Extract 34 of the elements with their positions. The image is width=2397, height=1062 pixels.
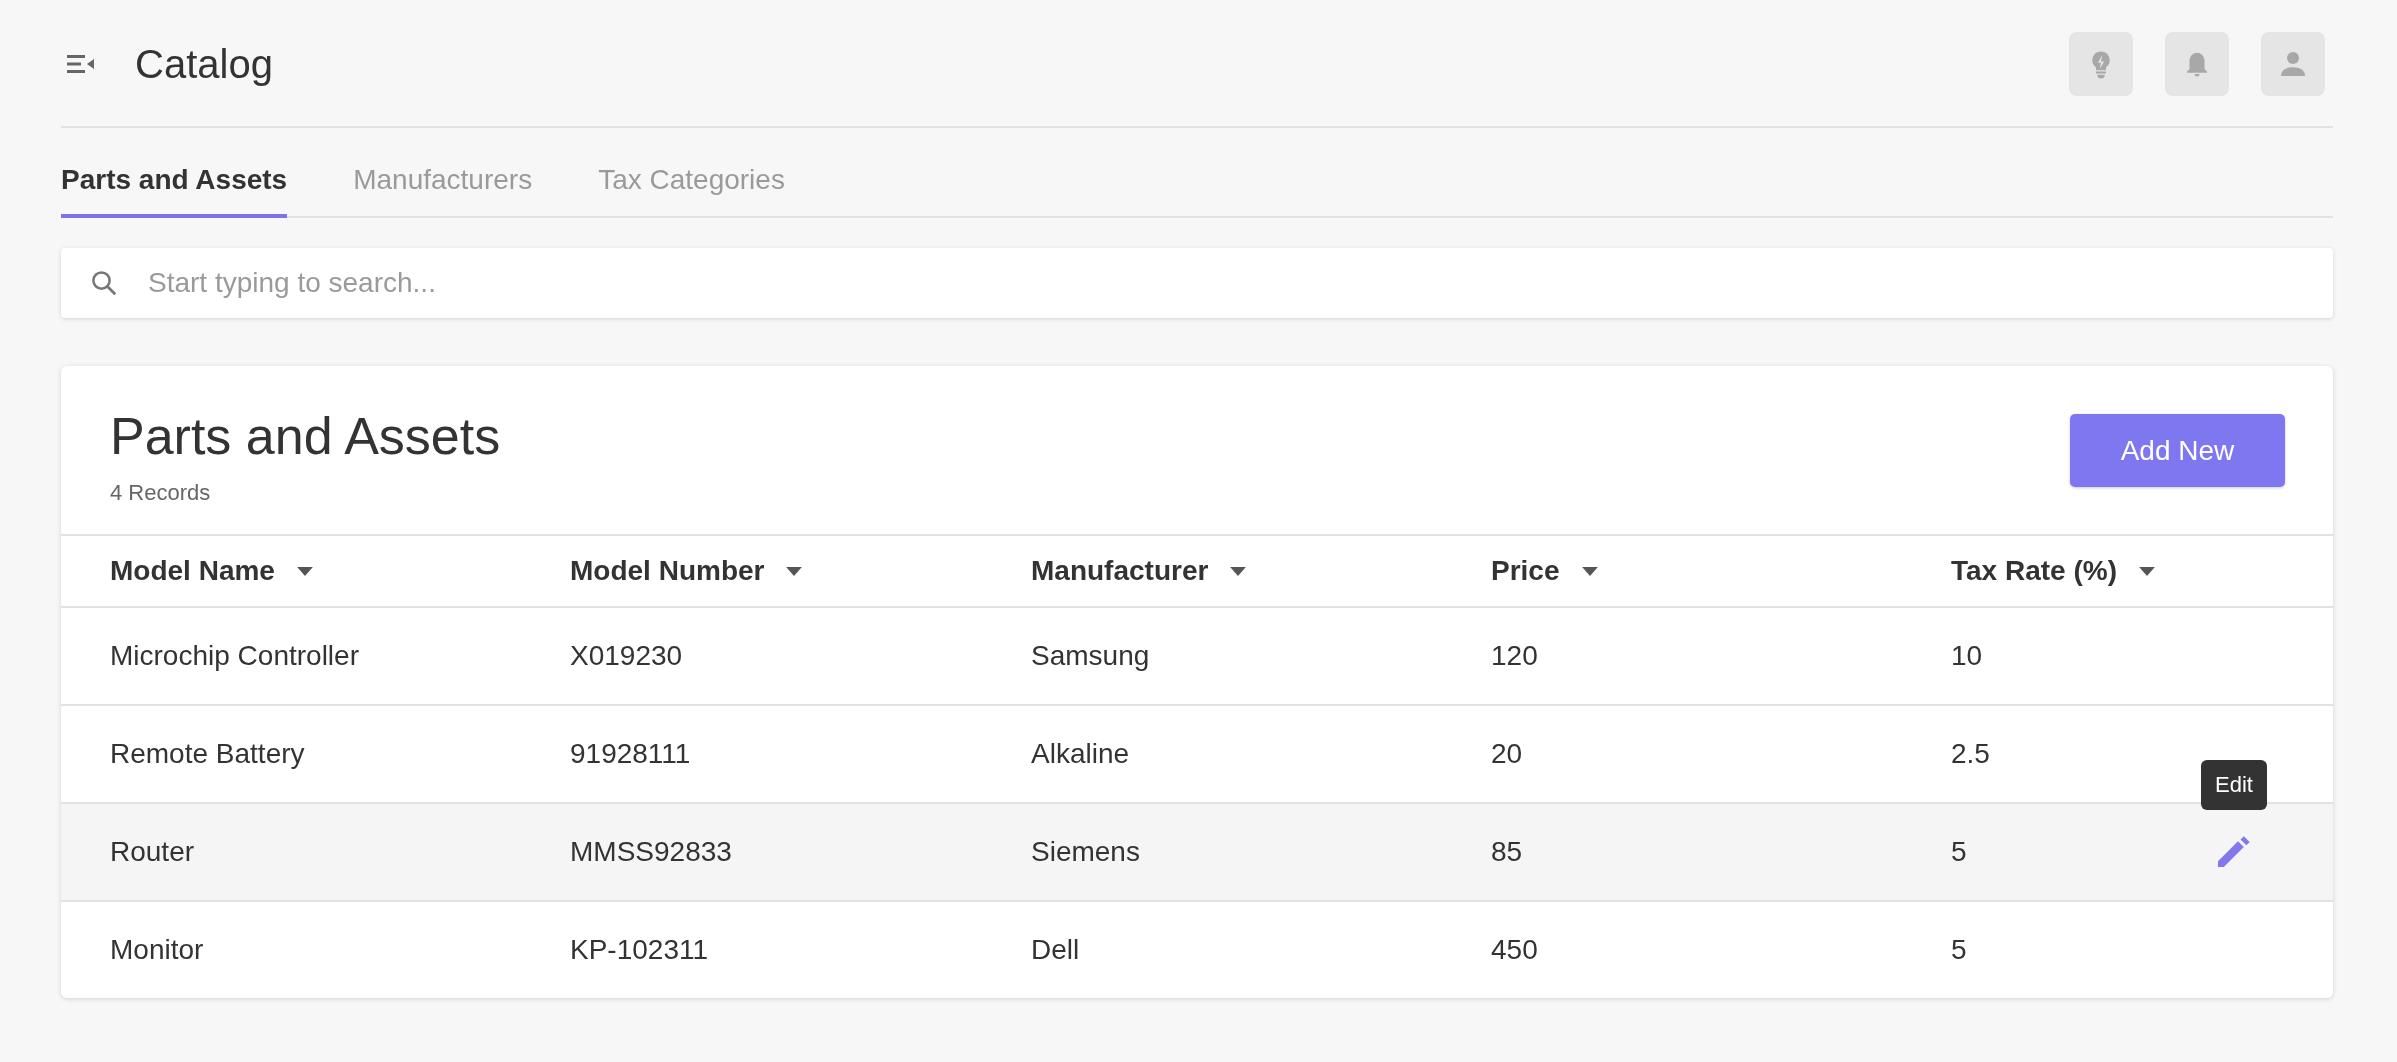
column-header[interactable]: Model Number: [570, 555, 765, 587]
column-header[interactable]: Manufacturer: [1031, 555, 1209, 587]
tab[interactable]: Parts and Assets: [61, 164, 288, 218]
record-count: 4 Records: [110, 480, 212, 506]
sort-caret-icon[interactable]: [1230, 566, 1247, 576]
search-field[interactable]: Start typing to search...: [61, 248, 2333, 318]
sort-caret-icon[interactable]: [296, 566, 313, 576]
table-cell: MMSS92833: [570, 836, 732, 867]
table-cell: X019230: [570, 640, 683, 671]
search-icon: [89, 268, 119, 298]
table-cell: Monitor: [110, 934, 204, 965]
table-cell: 450: [1491, 934, 1538, 965]
table-cell: 10: [1951, 640, 1983, 671]
table-cell: Siemens: [1031, 836, 1140, 867]
table-cell: 85: [1491, 836, 1523, 867]
table-cell: 5: [1951, 934, 1967, 965]
sort-caret-icon[interactable]: [2138, 566, 2155, 576]
add-new-button[interactable]: Add New: [2070, 414, 2285, 487]
tooltip: Edit: [2201, 760, 2267, 810]
table-cell: Samsung: [1031, 640, 1150, 671]
card-title: Parts and Assets: [110, 406, 501, 466]
sort-caret-icon[interactable]: [786, 566, 803, 576]
table-cell: Dell: [1031, 934, 1080, 965]
sort-caret-icon[interactable]: [1581, 566, 1598, 576]
table-cell: Router: [110, 836, 195, 867]
menu-collapse-icon[interactable]: [67, 54, 95, 74]
table-cell: KP-102311: [570, 934, 709, 965]
column-header[interactable]: Price: [1491, 555, 1560, 587]
column-header[interactable]: Tax Rate (%): [1951, 555, 2117, 587]
column-header[interactable]: Model Name: [110, 555, 275, 587]
table-cell: 5: [1951, 836, 1967, 867]
table-cell: 120: [1491, 640, 1538, 671]
page-title: Catalog: [135, 41, 273, 87]
table-cell: Microchip Controller: [110, 640, 359, 671]
